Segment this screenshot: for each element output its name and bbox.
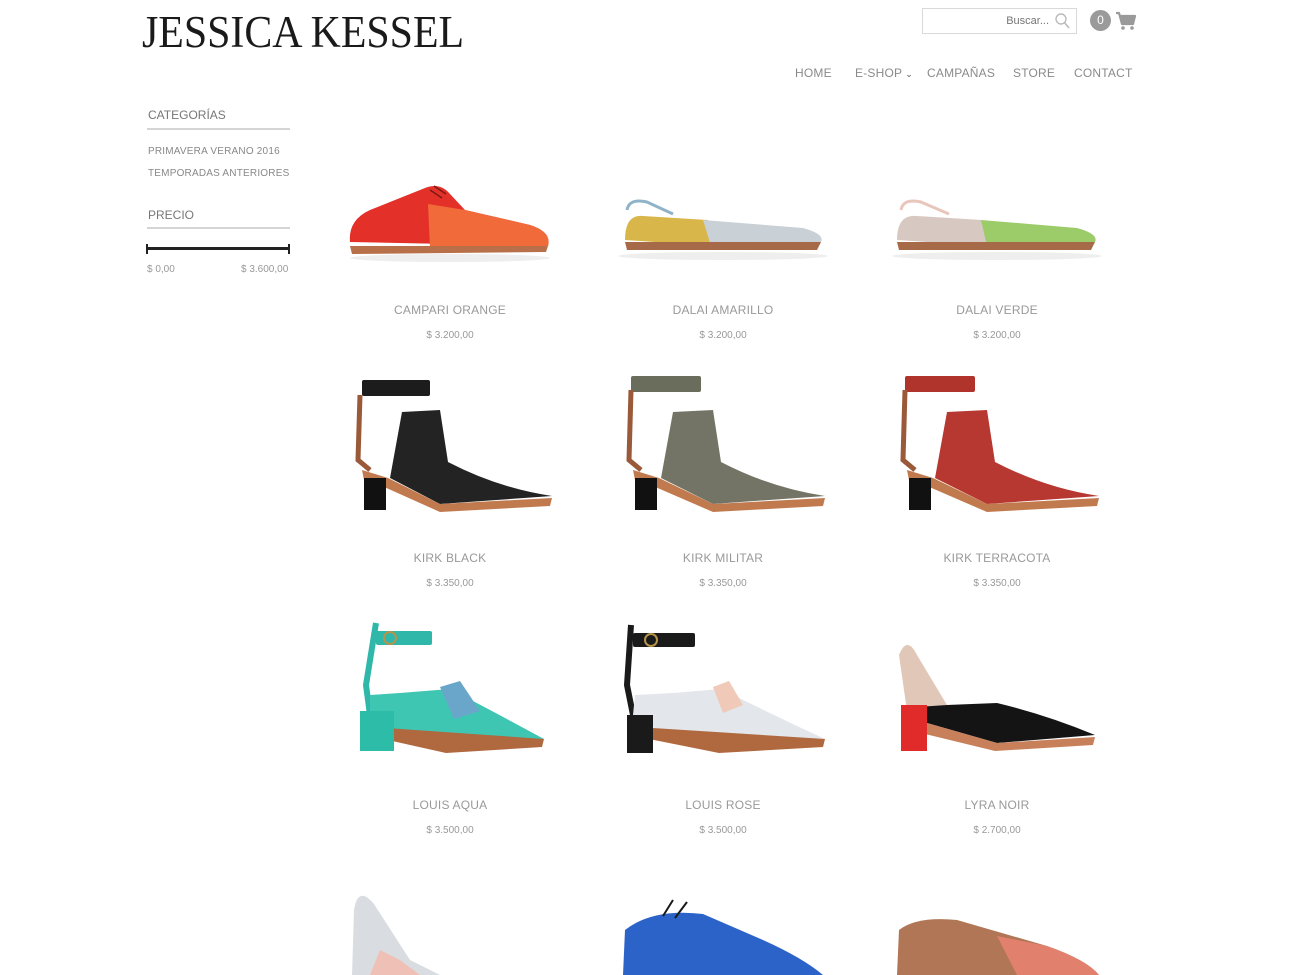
chevron-down-icon: ⌄ [905, 69, 913, 79]
price-divider [147, 227, 290, 229]
product-card[interactable]: DALAI VERDE $ 3.200,00 [877, 170, 1117, 341]
product-card[interactable] [603, 880, 843, 975]
price-range-track[interactable] [147, 247, 290, 250]
product-name[interactable]: LOUIS ROSE [603, 798, 843, 812]
product-image-partial[interactable] [330, 880, 570, 975]
product-price: $ 3.200,00 [973, 330, 1021, 341]
product-name[interactable]: DALAI VERDE [877, 303, 1117, 317]
product-name[interactable]: LOUIS AQUA [330, 798, 570, 812]
nav-eshop-label: E-SHOP [855, 66, 903, 80]
product-card[interactable]: KIRK TERRACOTA $ 3.350,00 [877, 370, 1117, 589]
product-image-kirk-terracota[interactable] [877, 370, 1117, 520]
price-max-value: $ 3.600,00 [241, 264, 289, 275]
product-price: $ 3.500,00 [699, 825, 747, 836]
search-icon[interactable] [1054, 12, 1070, 30]
product-price: $ 3.200,00 [426, 330, 474, 341]
product-card[interactable]: DALAI AMARILLO $ 3.200,00 [603, 170, 843, 341]
nav-store[interactable]: STORE [1013, 66, 1055, 80]
product-name[interactable]: KIRK MILITAR [603, 551, 843, 565]
product-price: $ 3.350,00 [699, 578, 747, 589]
price-range-min-handle[interactable] [146, 244, 148, 254]
product-card[interactable]: CAMPARI ORANGE $ 3.200,00 [330, 170, 570, 341]
search-input[interactable] [929, 9, 1049, 33]
product-price: $ 3.500,00 [426, 825, 474, 836]
nav-eshop[interactable]: E-SHOP ⌄ [855, 66, 913, 80]
product-image-partial[interactable] [877, 880, 1117, 975]
product-price: $ 2.700,00 [973, 825, 1021, 836]
product-name[interactable]: DALAI AMARILLO [603, 303, 843, 317]
product-image-dalai-verde[interactable] [877, 170, 1117, 270]
product-card[interactable]: LOUIS ROSE $ 3.500,00 [603, 615, 843, 836]
cart-icon[interactable] [1115, 11, 1137, 31]
product-image-kirk-black[interactable] [330, 370, 570, 520]
nav-campanas[interactable]: CAMPAÑAS [927, 66, 995, 80]
product-card[interactable] [330, 880, 570, 975]
product-card[interactable]: KIRK MILITAR $ 3.350,00 [603, 370, 843, 589]
product-card[interactable]: KIRK BLACK $ 3.350,00 [330, 370, 570, 589]
brand-logo[interactable]: JESSICA KESSEL [142, 6, 464, 58]
nav-contact[interactable]: CONTACT [1074, 66, 1133, 80]
cart-count-badge[interactable]: 0 [1090, 10, 1111, 31]
product-card[interactable]: LOUIS AQUA $ 3.500,00 [330, 615, 570, 836]
product-price: $ 3.200,00 [699, 330, 747, 341]
nav-home[interactable]: HOME [795, 66, 832, 80]
product-image-partial[interactable] [603, 880, 843, 975]
product-image-louis-rose[interactable] [603, 615, 843, 765]
product-name[interactable]: KIRK BLACK [330, 551, 570, 565]
product-image-lyra-noir[interactable] [877, 615, 1117, 765]
search-box[interactable] [922, 8, 1077, 34]
product-card[interactable] [877, 880, 1117, 975]
product-name[interactable]: KIRK TERRACOTA [877, 551, 1117, 565]
product-card[interactable]: LYRA NOIR $ 2.700,00 [877, 615, 1117, 836]
price-title: PRECIO [148, 208, 195, 222]
product-image-louis-aqua[interactable] [330, 615, 570, 765]
product-name[interactable]: CAMPARI ORANGE [330, 303, 570, 317]
product-name[interactable]: LYRA NOIR [877, 798, 1117, 812]
product-image-kirk-militar[interactable] [603, 370, 843, 520]
price-range-max-handle[interactable] [288, 244, 290, 254]
categories-title: CATEGORÍAS [148, 108, 226, 122]
product-price: $ 3.350,00 [426, 578, 474, 589]
category-link-pv2016[interactable]: PRIMAVERA VERANO 2016 [148, 146, 280, 157]
price-min-value: $ 0,00 [147, 264, 175, 275]
category-link-previous[interactable]: TEMPORADAS ANTERIORES [148, 168, 289, 179]
product-image-dalai-amarillo[interactable] [603, 170, 843, 270]
product-price: $ 3.350,00 [973, 578, 1021, 589]
product-image-campari-orange[interactable] [330, 170, 570, 270]
categories-divider [147, 128, 290, 130]
